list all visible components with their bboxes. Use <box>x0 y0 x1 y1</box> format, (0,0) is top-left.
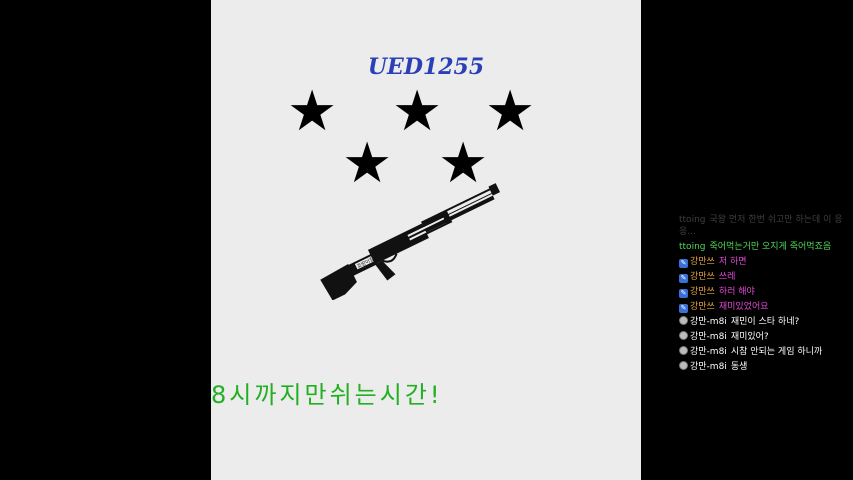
chat-username[interactable]: 강만쓰 <box>690 287 715 297</box>
chat-panel: ttoing 국왕 먼저 한번 쉬고만 하는데 이 응응... ttoing 죽어먹는… <box>679 214 849 376</box>
chat-message: ✎ 강만쓰 재미있었어요 <box>679 301 849 313</box>
chat-text: 죽어먹는거만 오지게 죽어먹죠음 <box>709 242 832 252</box>
chat-text: 재미있어? <box>730 332 769 342</box>
chat-text: 시참 안되는 게임 하니까 <box>730 347 823 357</box>
chat-message: ttoing 죽어먹는거만 오지게 죽어먹죠음 <box>679 241 849 253</box>
chat-message: 강만-m8i 시참 안되는 게임 하니까 <box>679 346 849 358</box>
chat-text: 하러 해야 <box>718 287 755 297</box>
ball-icon <box>679 316 688 325</box>
chat-message: 강만-m8i 재미있어? <box>679 331 849 343</box>
chat-message: ✎ 강만쓰 저 하면 <box>679 256 849 268</box>
chat-username[interactable]: 강만쓰 <box>690 302 715 312</box>
pen-icon: ✎ <box>679 259 688 268</box>
chat-text: 동생 <box>730 362 748 372</box>
chat-username[interactable]: 강만-m8i <box>690 317 727 327</box>
chat-text: 쓰레 <box>718 272 736 282</box>
chat-username[interactable]: ttoing <box>679 215 705 225</box>
star-icon: ★ <box>485 79 536 144</box>
chat-message: 강만-m8i 재민이 스타 하네? <box>679 316 849 328</box>
ball-icon <box>679 361 688 370</box>
chat-username[interactable]: 강만쓰 <box>690 257 715 267</box>
chat-message: ✎ 강만쓰 하러 해야 <box>679 286 849 298</box>
star-icon: ★ <box>287 79 338 144</box>
stream-panel: UED1255 ★ ★ ★ ★ ★ 호랑이킬러 8시까지만쉬는시간! <box>211 0 641 480</box>
chat-username[interactable]: 강만-m8i <box>690 332 727 342</box>
ball-icon <box>679 331 688 340</box>
ball-icon <box>679 346 688 355</box>
chat-message: ttoing 국왕 먼저 한번 쉬고만 하는데 이 응응... <box>679 214 849 238</box>
stream-title: UED1255 <box>367 54 485 80</box>
shotgun-icon: 호랑이킬러 <box>320 183 501 300</box>
star-icon: ★ <box>392 79 443 144</box>
pen-icon: ✎ <box>679 304 688 313</box>
chat-username[interactable]: 강만쓰 <box>690 272 715 282</box>
chat-message: ✎ 강만쓰 쓰레 <box>679 271 849 283</box>
chat-text: 재민이 스타 하네? <box>730 317 800 327</box>
pen-icon: ✎ <box>679 289 688 298</box>
chat-username[interactable]: 강만-m8i <box>690 362 727 372</box>
pen-icon: ✎ <box>679 274 688 283</box>
chat-text: 저 하면 <box>718 257 747 267</box>
chat-text: 재미있었어요 <box>718 302 769 312</box>
chat-message: 강만-m8i 동생 <box>679 361 849 373</box>
chat-username[interactable]: 강만-m8i <box>690 347 727 357</box>
chat-username[interactable]: ttoing <box>679 242 705 252</box>
break-caption: 8시까지만쉬는시간! <box>211 381 443 409</box>
